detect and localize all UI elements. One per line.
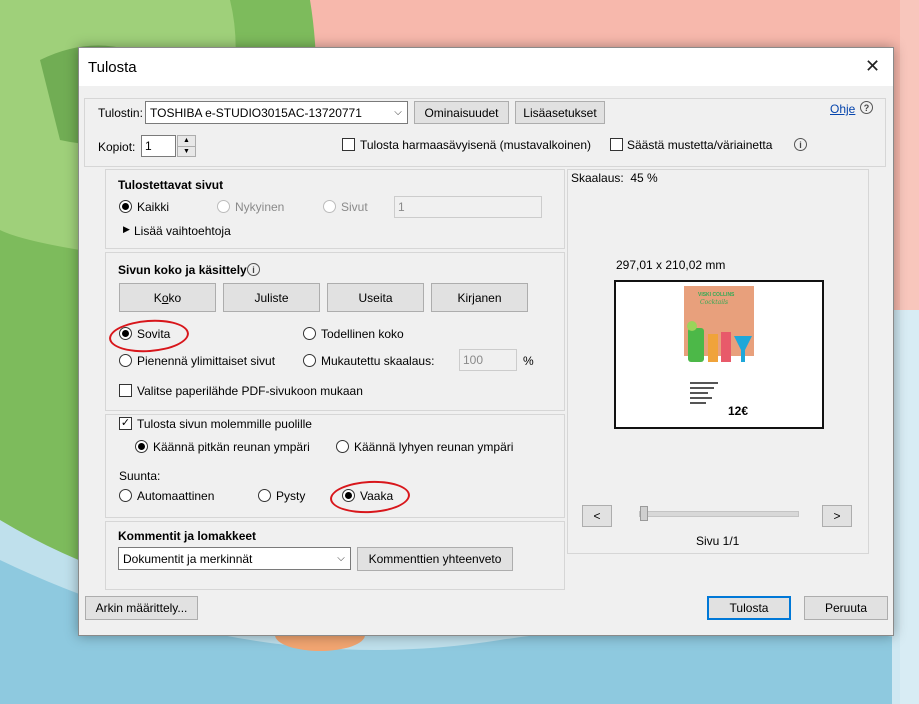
all-pages-label: Kaikki xyxy=(137,200,170,214)
title-bar: Tulosta ✕ xyxy=(79,48,893,86)
chevron-down-icon: ⌵ xyxy=(337,553,345,564)
thumbnail-text-lines xyxy=(690,382,720,404)
cancel-button[interactable]: Peruuta xyxy=(804,596,888,620)
short-edge-radio[interactable] xyxy=(336,440,349,453)
duplex-checkbox[interactable]: ✓ xyxy=(119,417,132,430)
long-edge-label: Käännä pitkän reunan ympäri xyxy=(153,440,310,454)
paper-source-checkbox[interactable] xyxy=(119,384,132,397)
glass-orange xyxy=(708,334,718,362)
stepper-up-icon[interactable]: ▲ xyxy=(178,136,195,147)
portrait-label: Pysty xyxy=(276,489,306,503)
slider-thumb[interactable] xyxy=(640,506,648,521)
scale-text: Skaalaus: 45 % xyxy=(571,171,658,185)
comments-select-value: Dokumentit ja merkinnät xyxy=(123,551,253,566)
expand-arrow-icon[interactable]: ▶ xyxy=(123,224,130,235)
tab-multiple[interactable]: Useita xyxy=(327,283,424,312)
chevron-down-icon: ⌵ xyxy=(394,107,402,118)
tab-poster[interactable]: Juliste xyxy=(223,283,320,312)
printer-label: Tulostin: xyxy=(98,106,143,120)
save-ink-label: Säästä mustetta/väriainetta xyxy=(627,138,773,152)
long-edge-radio[interactable] xyxy=(135,440,148,453)
prev-page-button[interactable]: < xyxy=(582,505,612,527)
grayscale-checkbox[interactable] xyxy=(342,138,355,151)
help-icon[interactable]: ? xyxy=(860,101,873,114)
printer-select[interactable]: TOSHIBA e-STUDIO3015AC-13720771 ⌵ xyxy=(145,101,408,124)
help-link[interactable]: Ohje xyxy=(830,102,855,116)
current-page-radio[interactable] xyxy=(217,200,230,213)
stepper-down-icon[interactable]: ▼ xyxy=(178,147,195,157)
current-page-label: Nykyinen xyxy=(235,200,285,214)
comments-summary-button[interactable]: Kommenttien yhteenveto xyxy=(357,547,513,571)
advanced-button[interactable]: Lisäasetukset xyxy=(515,101,605,124)
tab-booklet[interactable]: Kirjanen xyxy=(431,283,528,312)
lime-slice xyxy=(687,321,697,331)
preview-thumbnail: VISKI COLLINS Cocktails 12€ xyxy=(684,286,754,422)
page-setup-button[interactable]: Arkin määrittely... xyxy=(85,596,198,620)
next-page-button[interactable]: > xyxy=(822,505,852,527)
comments-select[interactable]: Dokumentit ja merkinnät ⌵ xyxy=(118,547,351,570)
comments-heading: Kommentit ja lomakkeet xyxy=(118,529,257,543)
print-button[interactable]: Tulosta xyxy=(707,596,791,620)
auto-orientation-radio[interactable] xyxy=(119,489,132,502)
page-sizing-heading: Sivun koko ja käsittely xyxy=(118,263,247,277)
custom-scale-label: Mukautettu skaalaus: xyxy=(321,354,435,368)
thumbnail-title: VISKI COLLINS xyxy=(698,292,735,298)
actual-size-label: Todellinen koko xyxy=(321,327,404,341)
paper-source-label: Valitse paperilähde PDF-sivukoon mukaan xyxy=(137,384,363,398)
cocktail-glasses xyxy=(687,321,752,362)
info-icon[interactable]: i xyxy=(794,138,807,151)
info-icon[interactable]: i xyxy=(247,263,260,276)
all-pages-radio[interactable] xyxy=(119,200,132,213)
glass-blue xyxy=(734,336,752,362)
grayscale-label: Tulosta harmaasävyisenä (mustavalkoinen) xyxy=(360,138,591,152)
custom-scale-input[interactable]: 100 xyxy=(459,349,517,371)
save-ink-checkbox[interactable] xyxy=(610,138,623,151)
print-dialog: Tulosta ✕ Tulostin: TOSHIBA e-STUDIO3015… xyxy=(78,47,894,636)
pages-heading: Tulostettavat sivut xyxy=(118,178,224,192)
short-edge-label: Käännä lyhyen reunan ympäri xyxy=(354,440,514,454)
properties-button[interactable]: Ominaisuudet xyxy=(414,101,509,124)
copies-stepper[interactable]: ▲ ▼ xyxy=(177,135,196,157)
copies-label: Kopiot: xyxy=(98,140,136,154)
pages-label: Sivut xyxy=(341,200,368,214)
shrink-label: Pienennä ylimittaiset sivut xyxy=(137,354,276,368)
paper-dimensions: 297,01 x 210,02 mm xyxy=(616,258,726,272)
shrink-radio[interactable] xyxy=(119,354,132,367)
thumbnail-subtitle: Cocktails xyxy=(700,299,729,306)
printer-select-value: TOSHIBA e-STUDIO3015AC-13720771 xyxy=(150,105,362,120)
orientation-label: Suunta: xyxy=(119,469,161,483)
glass-green xyxy=(688,328,704,362)
pages-range-input[interactable]: 1 xyxy=(394,196,542,218)
more-options-link[interactable]: Lisää vaihtoehtoja xyxy=(134,224,231,238)
page-slider[interactable] xyxy=(639,506,799,521)
page-preview: VISKI COLLINS Cocktails 12€ xyxy=(614,280,824,429)
percent-label: % xyxy=(523,354,534,368)
portrait-radio[interactable] xyxy=(258,489,271,502)
tab-size[interactable]: Ko ko xyxy=(119,283,216,312)
actual-size-radio[interactable] xyxy=(303,327,316,340)
pages-radio[interactable] xyxy=(323,200,336,213)
thumbnail-price: 12€ xyxy=(728,404,749,418)
duplex-label: Tulosta sivun molemmille puolille xyxy=(137,417,312,431)
dialog-title: Tulosta xyxy=(88,59,137,76)
custom-scale-radio[interactable] xyxy=(303,354,316,367)
copies-input[interactable]: 1 xyxy=(141,135,176,157)
auto-orientation-label: Automaattinen xyxy=(137,489,215,503)
glass-pink xyxy=(721,332,731,362)
page-indicator: Sivu 1/1 xyxy=(696,534,740,548)
close-icon[interactable]: ✕ xyxy=(865,57,880,75)
